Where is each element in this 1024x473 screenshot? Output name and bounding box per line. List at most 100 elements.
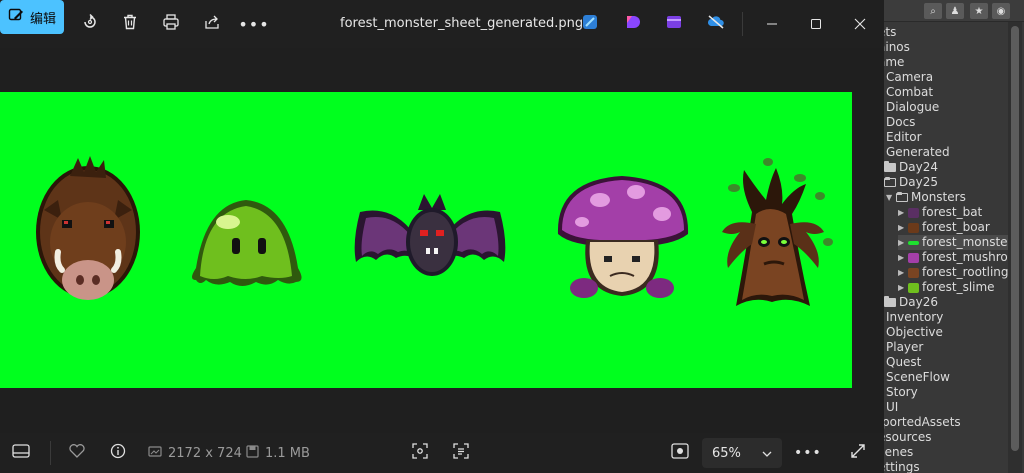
print-button[interactable] [155,8,187,40]
app-integration-button-3[interactable] [658,8,690,40]
tree-item-dialogue[interactable]: Dialogue [886,100,939,115]
tree-item-label: Day25 [899,175,938,189]
clipchamp-icon [666,14,682,34]
fullscreen-button[interactable] [850,433,866,473]
tree-item-label: Combat [886,85,934,99]
close-button[interactable] [844,8,876,40]
tree-item-label: forest_slime [922,280,995,294]
collapse-arrow-icon: ▶ [898,223,905,232]
chevron-down-icon [762,446,772,461]
hidden-packages-button[interactable]: ◉ [992,3,1010,19]
collapse-arrow-icon: ▶ [898,208,905,217]
rotate-button[interactable] [74,8,106,40]
statusbar-divider [50,441,51,465]
tree-item-combat[interactable]: Combat [886,85,933,100]
tree-item-day24[interactable]: Day24 [884,160,938,175]
tree-item-label: forest_mushro [922,250,1008,264]
tree-item-forest-mushroom[interactable]: ▶ forest_mushro [898,250,1008,265]
folder-icon [884,296,896,307]
zoom-level: 65% [712,445,741,461]
tree-item-story[interactable]: Story [886,385,918,400]
actual-size-button[interactable] [671,433,689,473]
panel-scrollbar[interactable] [1008,22,1022,473]
onedrive-button[interactable] [700,8,732,40]
printer-icon [162,13,180,35]
collapse-arrow-icon: ▶ [898,238,905,247]
tree-item-label: forest_boar [922,220,990,234]
mushroom-sprite [557,176,689,298]
copy-text-button[interactable] [452,433,470,473]
tree-item-ainos[interactable]: ainos [884,40,910,55]
tree-item-forest-boar[interactable]: ▶ forest_boar [898,220,990,235]
search-by-type-button[interactable]: ⌕ [924,3,942,19]
search-by-label-button[interactable]: ♟ [946,3,964,19]
zoom-dropdown[interactable]: 65% [702,438,782,468]
tree-item-forest-rootling[interactable]: ▶ forest_rootling [898,265,1009,280]
more-options-bottom-button[interactable]: ••• [794,433,822,473]
project-panel-header: ⌕ ♟ ★ ◉ [884,0,1024,22]
tree-item-player[interactable]: Player [886,340,923,355]
filmstrip-button[interactable] [12,433,30,473]
photo-viewer-window: 编辑 ••• forest_monster_sheet_generated.pn… [0,0,884,473]
tree-item-label: esources [884,430,932,444]
tree-item-label: ame [884,55,905,69]
app-integration-button-1[interactable] [574,8,606,40]
scrollbar-thumb[interactable] [1011,26,1019,451]
tree-item-monsters[interactable]: ▼ Monsters [886,190,966,205]
tree-item-scenes[interactable]: cenes [884,445,913,460]
tree-item-forest-monster-sheet[interactable]: ▶ forest_monste [898,235,1022,250]
tree-item-settings[interactable]: ettings [884,460,920,473]
favorite-button[interactable] [68,433,86,473]
tree-item-quest[interactable]: Quest [886,355,921,370]
filter-icon: ⌕ [930,5,936,17]
tree-item-docs[interactable]: Docs [886,115,915,130]
tree-item-label: Quest [886,355,922,369]
tree-item-label: Day26 [899,295,938,309]
tree-item-inventory[interactable]: Inventory [886,310,943,325]
more-options-button[interactable]: ••• [238,8,270,40]
treant-sprite [722,158,833,306]
tree-item-editor[interactable]: Editor [886,130,922,145]
delete-button[interactable] [114,8,146,40]
tree-item-generated[interactable]: Generated [886,145,950,160]
tree-item-resources[interactable]: esources [884,430,931,445]
more-dots-icon: ••• [794,445,822,461]
tree-item-day26[interactable]: Day26 [884,295,938,310]
tree-item-imported-assets[interactable]: portedAssets [884,415,961,430]
tree-item-label: Dialogue [886,100,940,114]
tree-item-label: Camera [886,70,934,84]
app-integration-button-2[interactable] [616,8,648,40]
tree-item-forest-bat[interactable]: ▶ forest_bat [898,205,982,220]
filesize-info: 1.1 MB [246,433,310,473]
dimensions-info: 2172 x 724 [148,433,242,473]
share-icon [203,13,221,35]
tree-item-label: cenes [884,445,914,459]
tree-item-day25[interactable]: Day25 [884,175,938,190]
edit-button[interactable]: 编辑 [0,0,64,34]
tree-item-label: forest_monste [922,235,1008,249]
title-toolbar: 编辑 ••• forest_monster_sheet_generated.pn… [0,0,884,48]
tree-item-assets[interactable]: ets [884,25,896,40]
tree-item-label: ettings [884,460,920,473]
slime-thumbnail-icon [908,282,919,293]
file-info-button[interactable] [110,433,126,473]
tree-item-label: Monsters [911,190,966,204]
tree-item-camera[interactable]: Camera [886,70,933,85]
boar-thumbnail-icon [908,222,919,233]
label-icon: ♟ [950,5,960,17]
edit-image-icon [8,7,24,27]
tree-item-ui[interactable]: UI [886,400,898,415]
collapse-arrow-icon: ▶ [898,283,905,292]
tree-item-objective[interactable]: Objective [886,325,943,340]
save-disk-icon [246,444,259,462]
visual-search-button[interactable] [411,433,429,473]
tree-item-label: ainos [884,40,910,54]
tree-item-game[interactable]: ame [884,55,904,70]
minimize-button[interactable] [756,8,788,40]
share-button[interactable] [196,8,228,40]
maximize-button[interactable] [800,8,832,40]
tree-item-sceneflow[interactable]: SceneFlow [886,370,950,385]
tree-item-forest-slime[interactable]: ▶ forest_slime [898,280,995,295]
rootling-thumbnail-icon [908,267,919,278]
favorite-filter-button[interactable]: ★ [970,3,988,19]
